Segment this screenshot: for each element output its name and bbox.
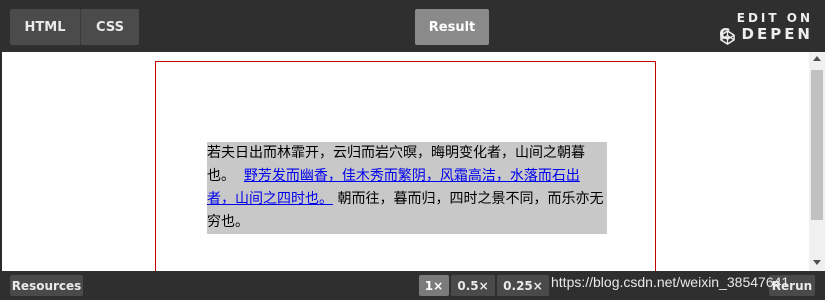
preview-box: 若夫日出而林霏开，云归而岩穴暝，晦明变化者，山间之朝暮也。 野芳发而幽香，佳木秀… [155,61,656,273]
edit-on-codepen-link[interactable]: EDIT ON C DEPEN [703,11,813,45]
zoom-0.25x-button[interactable]: 0.25× [497,275,549,296]
editor-tabs: HTML CSS [10,9,139,45]
tab-css[interactable]: CSS [81,9,139,45]
zoom-1x-button[interactable]: 1× [419,275,449,296]
watermark-text: https://blog.csdn.net/weixin_38547641 [551,274,790,290]
vertical-scrollbar[interactable] [809,52,825,271]
tab-result[interactable]: Result [415,9,489,45]
zoom-0.5x-button[interactable]: 0.5× [451,275,495,296]
top-bar: HTML CSS Result EDIT ON C DEPEN [0,0,825,52]
resources-button[interactable]: Resources [10,275,83,296]
codepen-cube-icon [720,30,735,45]
highlighted-paragraph: 若夫日出而林霏开，云归而岩穴暝，晦明变化者，山间之朝暮也。 野芳发而幽香，佳木秀… [207,142,607,234]
scrollbar-thumb[interactable] [811,70,823,220]
tab-html[interactable]: HTML [10,9,81,45]
bottom-bar: Resources 1× 0.5× 0.25× Rerun https://bl… [0,271,825,300]
codepen-embed: HTML CSS Result EDIT ON C DEPEN 若夫日出而林霏开… [0,0,825,300]
edit-on-label: EDIT ON [736,11,813,25]
result-panel: 若夫日出而林霏开，云归而岩穴暝，晦明变化者，山间之朝暮也。 野芳发而幽香，佳木秀… [2,52,809,273]
scroll-down-arrow-icon[interactable] [813,260,821,265]
scroll-up-arrow-icon[interactable] [813,56,821,61]
